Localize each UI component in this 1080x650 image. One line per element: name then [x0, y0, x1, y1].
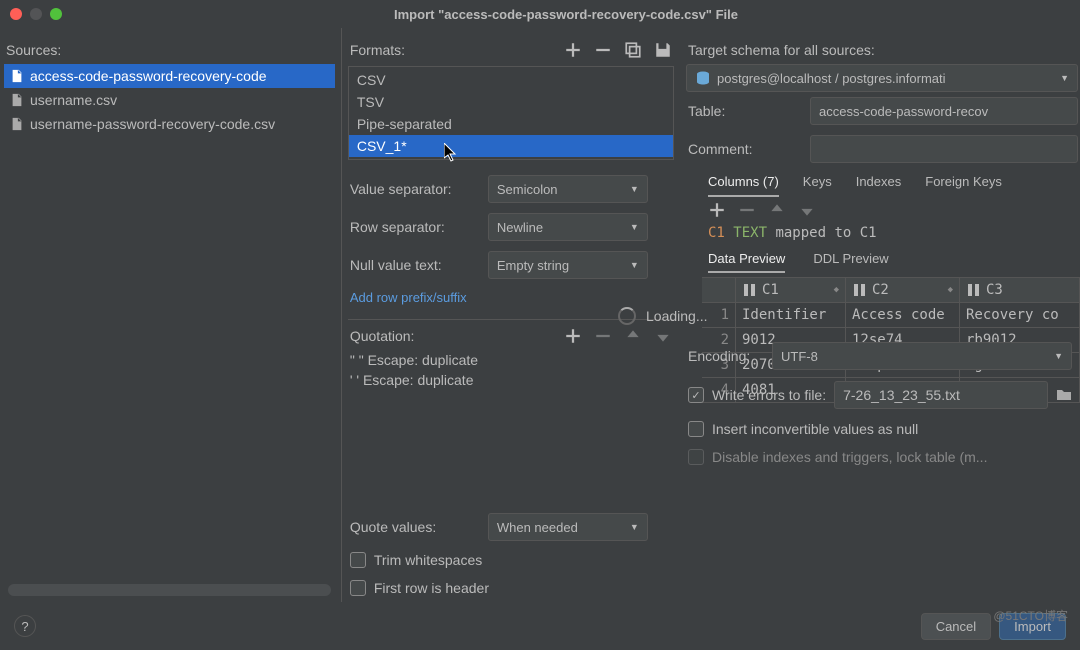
cancel-button[interactable]: Cancel	[921, 613, 991, 640]
watermark-text: @51CTO博客	[993, 607, 1068, 624]
column-icon	[742, 282, 758, 298]
value-separator-combo[interactable]: Semicolon▼	[488, 175, 648, 203]
first-row-header-checkbox[interactable]	[350, 580, 366, 596]
write-errors-label: Write errors to file:	[712, 387, 826, 403]
save-format-icon[interactable]	[654, 41, 672, 59]
file-icon	[10, 117, 24, 131]
maximize-window-icon[interactable]	[50, 8, 62, 20]
preview-tabs: Data Preview DDL Preview	[686, 245, 1080, 277]
chevron-down-icon: ▼	[630, 260, 639, 270]
minimize-window-icon	[30, 8, 42, 20]
table-row: 1IdentifierAccess codeRecovery co	[702, 303, 1080, 328]
first-row-header-label: First row is header	[374, 580, 489, 596]
copy-format-icon[interactable]	[624, 41, 642, 59]
sources-label: Sources:	[4, 36, 335, 64]
horizontal-scrollbar[interactable]	[8, 584, 331, 596]
schema-combo[interactable]: postgres@localhost / postgres.informati …	[686, 64, 1078, 92]
sort-icon[interactable]: ◆	[948, 285, 953, 295]
trim-whitespace-checkbox[interactable]	[350, 552, 366, 568]
insert-null-label: Insert inconvertible values as null	[712, 421, 918, 437]
insert-null-checkbox[interactable]	[688, 421, 704, 437]
move-col-up-icon	[768, 201, 786, 219]
database-icon	[695, 70, 711, 86]
sources-list[interactable]: access-code-password-recovery-code usern…	[4, 64, 335, 580]
remove-quotation-icon	[594, 327, 612, 345]
column-header[interactable]: C2◆	[846, 278, 960, 303]
quote-values-label: Quote values:	[350, 519, 478, 535]
column-tabs: Columns (7) Keys Indexes Foreign Keys	[686, 168, 1080, 197]
folder-icon[interactable]	[1056, 387, 1072, 403]
format-item[interactable]: CSV_1*	[349, 135, 673, 157]
trim-whitespace-label: Trim whitespaces	[374, 552, 482, 568]
write-errors-checkbox[interactable]	[688, 387, 704, 403]
format-item[interactable]: TSV	[349, 91, 673, 113]
quotation-label: Quotation:	[350, 328, 554, 344]
chevron-down-icon: ▼	[630, 222, 639, 232]
encoding-label: Encoding:	[688, 348, 762, 364]
move-up-icon	[624, 327, 642, 345]
encoding-combo[interactable]: UTF-8▼	[772, 342, 1072, 370]
tab-foreign-keys[interactable]: Foreign Keys	[925, 172, 1002, 197]
quotation-item[interactable]: ' ' Escape: duplicate	[348, 370, 674, 390]
formats-list[interactable]: CSV TSV Pipe-separated CSV_1*	[348, 66, 674, 160]
column-header[interactable]: C3	[960, 278, 1080, 303]
chevron-down-icon: ▼	[630, 522, 639, 532]
null-value-combo[interactable]: Empty string▼	[488, 251, 648, 279]
format-item[interactable]: CSV	[349, 69, 673, 91]
sort-icon[interactable]: ◆	[834, 285, 839, 295]
source-item[interactable]: access-code-password-recovery-code	[4, 64, 335, 88]
quotation-item[interactable]: " " Escape: duplicate	[348, 350, 674, 370]
table-combo[interactable]: access-code-password-recov	[810, 97, 1078, 125]
remove-format-icon[interactable]	[594, 41, 612, 59]
column-mapping: C1 TEXT mapped to C1	[686, 223, 1080, 245]
chevron-down-icon: ▼	[630, 184, 639, 194]
write-errors-file-input[interactable]: 7-26_13_23_55.txt	[834, 381, 1048, 409]
remove-column-icon	[738, 201, 756, 219]
table-label: Table:	[688, 103, 800, 119]
row-separator-combo[interactable]: Newline▼	[488, 213, 648, 241]
tab-ddl-preview[interactable]: DDL Preview	[813, 249, 888, 273]
comment-label: Comment:	[688, 141, 800, 157]
column-icon	[852, 282, 868, 298]
add-column-icon[interactable]	[708, 201, 726, 219]
chevron-down-icon: ▼	[1054, 351, 1063, 361]
file-icon	[10, 93, 24, 107]
column-header[interactable]: C1◆	[736, 278, 846, 303]
column-icon	[966, 282, 982, 298]
add-row-prefix-link[interactable]: Add row prefix/suffix	[348, 284, 674, 311]
disable-indexes-checkbox	[688, 449, 704, 465]
row-separator-label: Row separator:	[350, 219, 478, 235]
source-item-label: username-password-recovery-code.csv	[30, 116, 275, 132]
tab-columns[interactable]: Columns (7)	[708, 172, 779, 197]
add-format-icon[interactable]	[564, 41, 582, 59]
source-item[interactable]: username.csv	[4, 88, 335, 112]
tab-indexes[interactable]: Indexes	[856, 172, 902, 197]
add-quotation-icon[interactable]	[564, 327, 582, 345]
tab-data-preview[interactable]: Data Preview	[708, 249, 785, 273]
source-item-label: access-code-password-recovery-code	[30, 68, 267, 84]
source-item[interactable]: username-password-recovery-code.csv	[4, 112, 335, 136]
file-icon	[10, 69, 24, 83]
row-number-header	[702, 278, 736, 303]
comment-input[interactable]	[810, 135, 1078, 163]
move-down-icon	[654, 327, 672, 345]
null-value-label: Null value text:	[350, 257, 478, 273]
source-item-label: username.csv	[30, 92, 117, 108]
quote-values-combo[interactable]: When needed▼	[488, 513, 648, 541]
window-title: Import "access-code-password-recovery-co…	[62, 7, 1070, 22]
disable-indexes-label: Disable indexes and triggers, lock table…	[712, 449, 987, 465]
chevron-down-icon: ▼	[1060, 73, 1069, 83]
window-titlebar: Import "access-code-password-recovery-co…	[0, 0, 1080, 28]
tab-keys[interactable]: Keys	[803, 172, 832, 197]
schema-label: Target schema for all sources:	[686, 36, 1080, 64]
move-col-down-icon	[798, 201, 816, 219]
format-item[interactable]: Pipe-separated	[349, 113, 673, 135]
dialog-footer: ? Cancel Import	[0, 602, 1080, 650]
close-window-icon[interactable]	[10, 8, 22, 20]
help-icon[interactable]: ?	[14, 615, 36, 637]
window-traffic-lights	[10, 8, 62, 20]
value-separator-label: Value separator:	[350, 181, 478, 197]
formats-label: Formats:	[350, 42, 554, 58]
